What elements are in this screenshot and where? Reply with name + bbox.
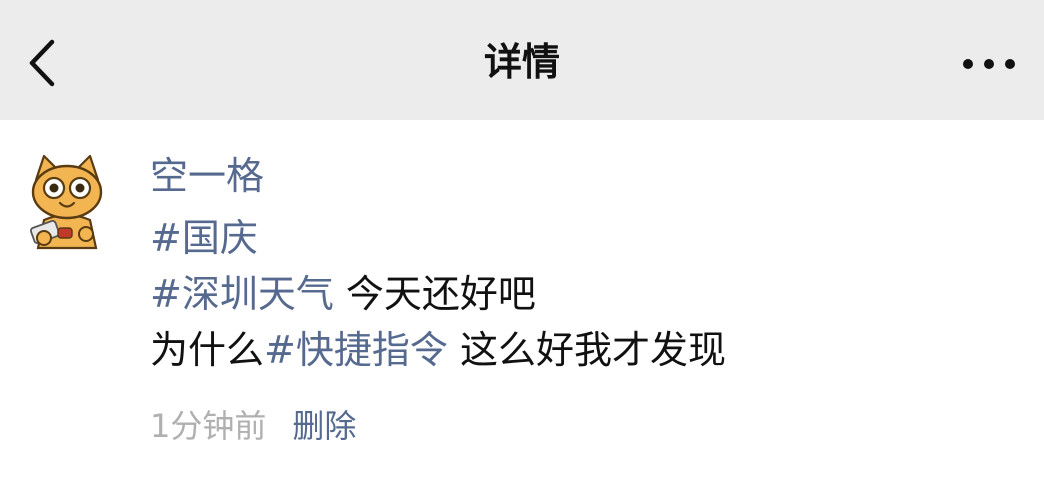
content-text: 为什么 [150,328,265,372]
delete-button[interactable]: 删除 [292,407,356,445]
chevron-left-icon [29,39,55,87]
back-button[interactable] [18,36,72,90]
page-title: 详情 [483,40,560,84]
more-button[interactable] [958,44,1020,84]
content-text: 这么好我才发现 [447,328,726,372]
navigation-bar: 详情 [0,0,1044,120]
post-content: #国庆 #深圳天气 今天还好吧 为什么#快捷指令 这么好我才发现 [150,210,726,378]
content-text: 今天还好吧 [333,272,536,316]
username[interactable]: 空一格 [150,148,264,204]
content-line: 为什么#快捷指令 这么好我才发现 [150,322,726,378]
post-time: 1分钟前 [150,407,267,445]
post-meta: 1分钟前 删除 [150,398,356,454]
hashtag-link[interactable]: #国庆 [150,216,258,260]
hashtag-link[interactable]: #快捷指令 [264,328,448,372]
moment-post: 空一格 #国庆 #深圳天气 今天还好吧 为什么#快捷指令 这么好我才发现 1分钟前删… [0,120,1044,480]
more-dots-icon [963,59,1015,69]
content-line: #国庆 [150,210,726,266]
avatar[interactable] [22,150,112,250]
cartoon-cat-avatar-icon [29,154,103,250]
content-line: #深圳天气 今天还好吧 [150,266,726,322]
hashtag-link[interactable]: #深圳天气 [150,272,334,316]
